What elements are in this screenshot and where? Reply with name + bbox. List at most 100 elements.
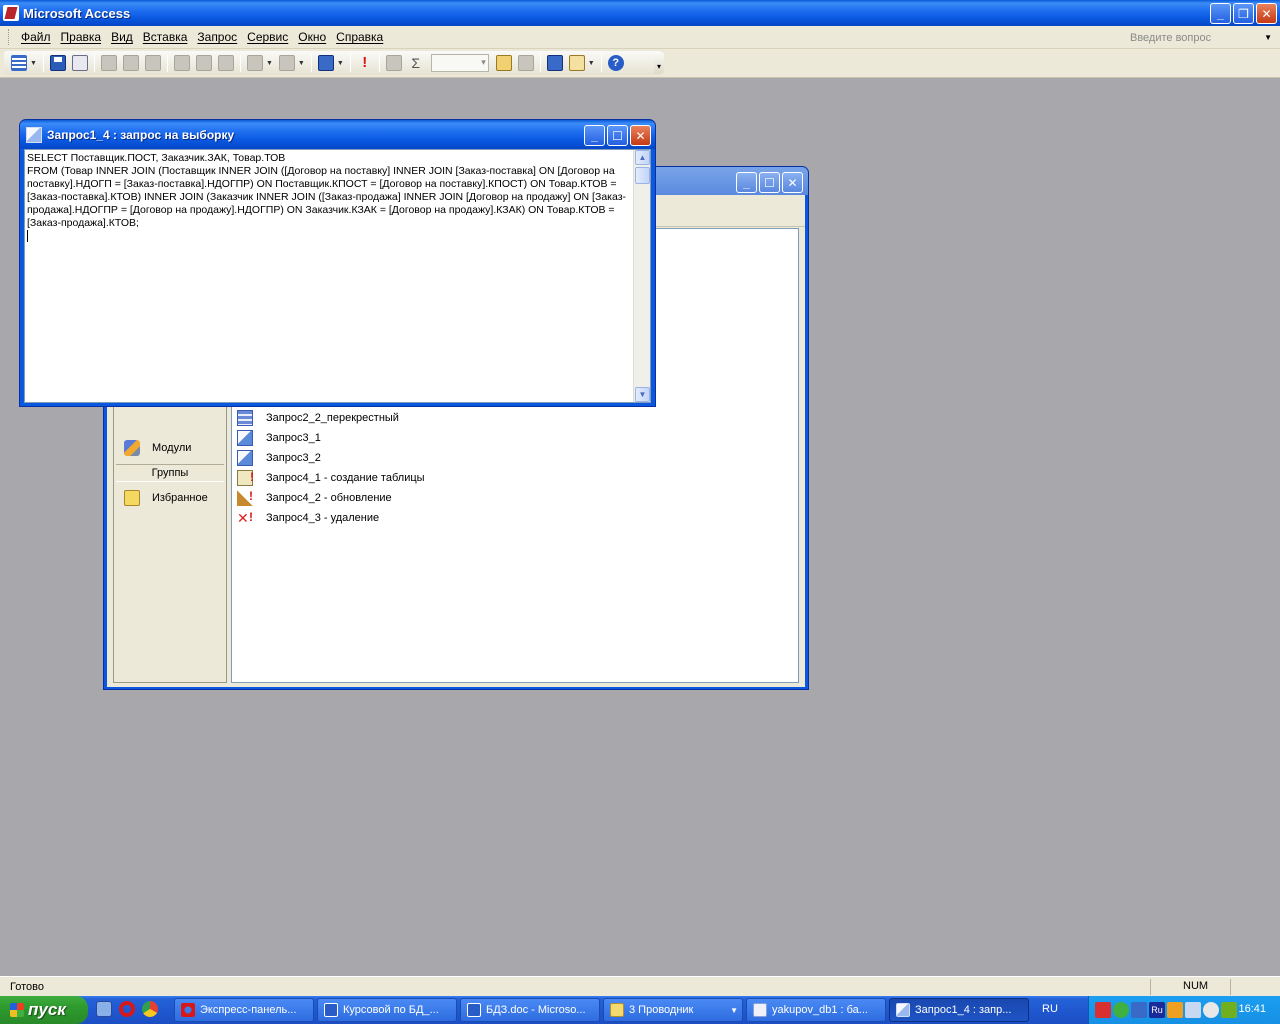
restore-button[interactable]: ❐: [1233, 3, 1254, 24]
new-object-icon[interactable]: [568, 55, 585, 71]
windows-flag-icon: [10, 1003, 24, 1017]
list-item[interactable]: Запрос4_1 - создание таблицы: [237, 469, 425, 487]
taskbar-button-word-coursework[interactable]: Курсовой по БД_...: [317, 998, 457, 1022]
copy-icon[interactable]: [195, 55, 212, 71]
language-indicator[interactable]: RU: [1042, 1003, 1058, 1015]
chrome-icon[interactable]: [142, 1001, 158, 1017]
run-icon[interactable]: !: [357, 55, 373, 71]
make-table-query-icon: [237, 470, 254, 486]
db-maximize-button[interactable]: ☐: [759, 172, 780, 193]
menu-window[interactable]: Окно: [293, 30, 331, 44]
list-item[interactable]: Запрос3_1: [237, 429, 321, 447]
scroll-up-button[interactable]: ▲: [635, 150, 650, 165]
taskbar-button-opera[interactable]: Экспресс-панель...: [174, 998, 314, 1022]
query-name: Запрос4_2 - обновление: [266, 492, 392, 504]
objects-item-modules[interactable]: Модули: [124, 440, 191, 456]
query-window-title-bar[interactable]: Запрос1_4 : запрос на выборку: [20, 120, 655, 149]
access-app-icon[interactable]: [3, 5, 19, 21]
menu-query[interactable]: Запрос: [192, 30, 242, 44]
query-name: Запрос3_2: [266, 452, 321, 464]
query-minimize-button[interactable]: _: [584, 125, 605, 146]
minimize-button[interactable]: _: [1210, 3, 1231, 24]
properties-icon[interactable]: [495, 55, 512, 71]
help-icon[interactable]: ?: [607, 55, 624, 71]
utorrent-icon[interactable]: [1113, 1002, 1129, 1018]
show-desktop-icon[interactable]: [96, 1001, 112, 1017]
clock[interactable]: 16:41: [1238, 1003, 1266, 1015]
groups-item-favorites[interactable]: Избранное: [124, 490, 208, 506]
menu-help[interactable]: Справка: [331, 30, 388, 44]
volume-icon[interactable]: [1185, 1002, 1201, 1018]
print-preview-icon[interactable]: [122, 55, 139, 71]
list-item[interactable]: Запрос4_2 - обновление: [237, 489, 392, 507]
new-object-dropdown-icon[interactable]: ▼: [588, 60, 595, 67]
groups-header[interactable]: Группы: [116, 464, 224, 482]
list-item[interactable]: Запрос3_2: [237, 449, 321, 467]
query-name: Запрос3_1: [266, 432, 321, 444]
totals-icon[interactable]: Σ: [408, 55, 424, 71]
tray-app-icon[interactable]: [1203, 1002, 1219, 1018]
scroll-down-button[interactable]: ▼: [635, 387, 650, 402]
menu-view[interactable]: Вид: [106, 30, 138, 44]
database-window-icon[interactable]: [546, 55, 563, 71]
crosstab-query-icon: [237, 410, 253, 426]
toolbar-options-icon[interactable]: ▾: [654, 52, 664, 74]
print-icon[interactable]: [100, 55, 117, 71]
toolbar-separator: [378, 54, 380, 72]
nvidia-icon[interactable]: [1221, 1002, 1237, 1018]
top-values-combo[interactable]: [430, 54, 489, 72]
menu-grip[interactable]: [8, 29, 11, 45]
vertical-scrollbar[interactable]: ▲ ▼: [633, 150, 650, 402]
view-icon[interactable]: [11, 55, 27, 71]
start-button[interactable]: пуск: [0, 996, 88, 1024]
redo-icon[interactable]: [278, 55, 295, 71]
word-icon: [467, 1003, 481, 1017]
undo-icon[interactable]: [246, 55, 263, 71]
kaspersky-icon[interactable]: [1095, 1002, 1111, 1018]
close-button[interactable]: ✕: [1256, 3, 1277, 24]
opera-icon[interactable]: [119, 1001, 135, 1017]
taskbar-button-word-bdz[interactable]: БДЗ.doc - Microso...: [460, 998, 600, 1022]
undo-dropdown-icon[interactable]: ▼: [266, 60, 273, 67]
cut-icon[interactable]: [173, 55, 190, 71]
folder-icon: [610, 1003, 624, 1017]
list-item[interactable]: Запрос2_2_перекрестный: [237, 409, 399, 427]
redo-dropdown-icon[interactable]: ▼: [298, 60, 305, 67]
query-type-icon[interactable]: [317, 55, 334, 71]
save-icon[interactable]: [49, 55, 66, 71]
query-maximize-button[interactable]: ☐: [607, 125, 628, 146]
db-close-button[interactable]: ✕: [782, 172, 803, 193]
query-window-icon[interactable]: [26, 126, 42, 143]
menu-file[interactable]: Файл: [16, 30, 56, 44]
toolbar-separator: [349, 54, 351, 72]
media-icon[interactable]: [1167, 1002, 1183, 1018]
task-label: Экспресс-панель...: [200, 1004, 297, 1016]
build-icon[interactable]: [517, 55, 534, 71]
show-table-icon[interactable]: [385, 55, 402, 71]
app-title-bar: Microsoft Access _ ❐ ✕: [0, 0, 1280, 26]
query-close-button[interactable]: ✕: [630, 125, 651, 146]
menu-insert[interactable]: Вставка: [138, 30, 193, 44]
db-minimize-button[interactable]: _: [736, 172, 757, 193]
paste-icon[interactable]: [217, 55, 234, 71]
groups-item-label: Избранное: [152, 492, 208, 504]
search-icon[interactable]: [71, 55, 88, 71]
network-icon[interactable]: [1131, 1002, 1147, 1018]
view-dropdown-icon[interactable]: ▼: [30, 60, 37, 67]
menu-tools[interactable]: Сервис: [242, 30, 293, 44]
ask-question-box[interactable]: Введите вопрос ▼: [1126, 29, 1276, 46]
chevron-down-icon[interactable]: ▼: [1264, 33, 1272, 42]
objects-item-label: Модули: [152, 442, 192, 454]
taskbar-button-explorer[interactable]: 3 Проводник ▼: [603, 998, 743, 1022]
punto-switcher-icon[interactable]: Ru: [1149, 1002, 1165, 1018]
sql-text[interactable]: SELECT Поставщик.ПОСТ, Заказчик.ЗАК, Тов…: [27, 152, 633, 400]
sql-editor[interactable]: SELECT Поставщик.ПОСТ, Заказчик.ЗАК, Тов…: [24, 149, 651, 403]
scroll-thumb[interactable]: [635, 167, 650, 184]
spelling-icon[interactable]: [144, 55, 161, 71]
list-item[interactable]: ✕ Запрос4_3 - удаление: [237, 509, 379, 527]
taskbar-button-query[interactable]: Запрос1_4 : запр...: [889, 998, 1029, 1022]
taskbar-button-access-db[interactable]: yakupov_db1 : ба...: [746, 998, 886, 1022]
toolbar: ▼ ▼ ▼ ▼ ! Σ ▼ ? ▾: [0, 49, 1280, 78]
query-type-dropdown-icon[interactable]: ▼: [337, 60, 344, 67]
menu-edit[interactable]: Правка: [56, 30, 107, 44]
